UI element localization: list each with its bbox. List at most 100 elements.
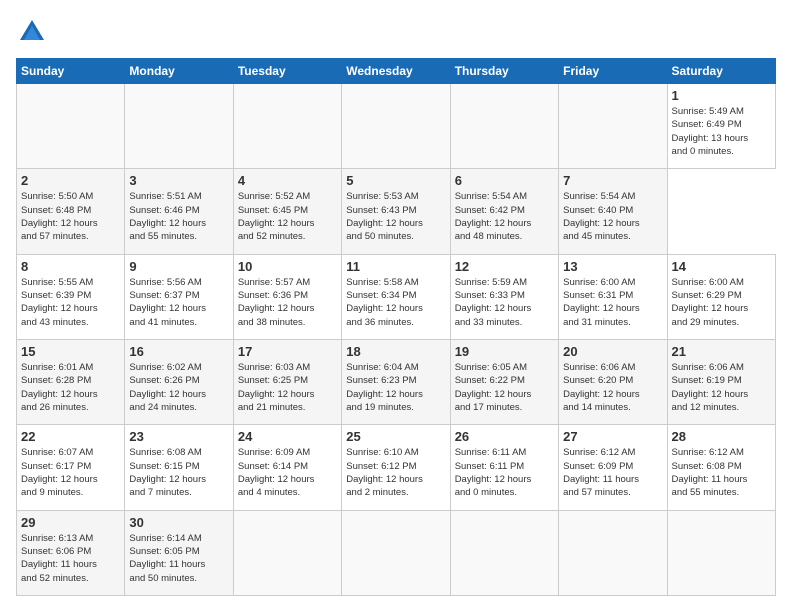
calendar-cell <box>233 510 341 595</box>
header-monday: Monday <box>125 59 233 84</box>
calendar-cell <box>450 510 558 595</box>
day-info: Sunrise: 6:02 AMSunset: 6:26 PMDaylight:… <box>129 361 228 414</box>
day-info: Sunrise: 6:13 AMSunset: 6:06 PMDaylight:… <box>21 532 120 585</box>
day-info: Sunrise: 6:11 AMSunset: 6:11 PMDaylight:… <box>455 446 554 499</box>
calendar-cell: 9 Sunrise: 5:56 AMSunset: 6:37 PMDaylight… <box>125 254 233 339</box>
calendar-cell: 16Sunrise: 6:02 AMSunset: 6:26 PMDayligh… <box>125 339 233 424</box>
calendar-cell: 10Sunrise: 5:57 AMSunset: 6:36 PMDayligh… <box>233 254 341 339</box>
day-number: 21 <box>672 344 771 359</box>
calendar-cell <box>559 84 667 169</box>
calendar-cell: 19Sunrise: 6:05 AMSunset: 6:22 PMDayligh… <box>450 339 558 424</box>
day-info: Sunrise: 5:49 AMSunset: 6:49 PMDaylight:… <box>672 105 771 158</box>
header-friday: Friday <box>559 59 667 84</box>
logo-icon <box>16 16 48 48</box>
day-number: 5 <box>346 173 445 188</box>
calendar-cell: 17 Sunrise: 6:03 AMSunset: 6:25 PMDayligh… <box>233 339 341 424</box>
header-saturday: Saturday <box>667 59 775 84</box>
calendar-cell: 12 Sunrise: 5:59 AMSunset: 6:33 PMDayligh… <box>450 254 558 339</box>
calendar-cell <box>17 84 125 169</box>
day-number: 28 <box>672 429 771 444</box>
calendar-cell: 11 Sunrise: 5:58 AMSunset: 6:34 PMDayligh… <box>342 254 450 339</box>
day-number: 7 <box>563 173 662 188</box>
day-number: 10 <box>238 259 337 274</box>
calendar-week-3: 15 Sunrise: 6:01 AMSunset: 6:28 PMDayligh… <box>17 339 776 424</box>
day-number: 8 <box>21 259 120 274</box>
calendar-cell: 28Sunrise: 6:12 AMSunset: 6:08 PMDayligh… <box>667 425 775 510</box>
day-number: 12 <box>455 259 554 274</box>
day-number: 1 <box>672 88 771 103</box>
day-info: Sunrise: 6:01 AMSunset: 6:28 PMDaylight:… <box>21 361 120 414</box>
day-info: Sunrise: 6:06 AMSunset: 6:19 PMDaylight:… <box>672 361 771 414</box>
day-info: Sunrise: 6:05 AMSunset: 6:22 PMDaylight:… <box>455 361 554 414</box>
calendar-cell: 4 Sunrise: 5:52 AMSunset: 6:45 PMDaylight… <box>233 169 341 254</box>
calendar-cell: 27 Sunrise: 6:12 AMSunset: 6:09 PMDayligh… <box>559 425 667 510</box>
day-number: 23 <box>129 429 228 444</box>
day-number: 9 <box>129 259 228 274</box>
calendar-cell: 18 Sunrise: 6:04 AMSunset: 6:23 PMDayligh… <box>342 339 450 424</box>
day-info: Sunrise: 6:09 AMSunset: 6:14 PMDaylight:… <box>238 446 337 499</box>
calendar-cell: 30Sunrise: 6:14 AMSunset: 6:05 PMDayligh… <box>125 510 233 595</box>
day-info: Sunrise: 6:10 AMSunset: 6:12 PMDaylight:… <box>346 446 445 499</box>
calendar-cell: 15 Sunrise: 6:01 AMSunset: 6:28 PMDayligh… <box>17 339 125 424</box>
day-info: Sunrise: 5:52 AMSunset: 6:45 PMDaylight:… <box>238 190 337 243</box>
calendar-cell: 21 Sunrise: 6:06 AMSunset: 6:19 PMDayligh… <box>667 339 775 424</box>
calendar-cell: 24 Sunrise: 6:09 AMSunset: 6:14 PMDayligh… <box>233 425 341 510</box>
day-info: Sunrise: 5:59 AMSunset: 6:33 PMDaylight:… <box>455 276 554 329</box>
day-number: 4 <box>238 173 337 188</box>
day-number: 17 <box>238 344 337 359</box>
day-number: 29 <box>21 515 120 530</box>
day-info: Sunrise: 6:00 AMSunset: 6:29 PMDaylight:… <box>672 276 771 329</box>
calendar-cell: 14Sunrise: 6:00 AMSunset: 6:29 PMDayligh… <box>667 254 775 339</box>
day-number: 15 <box>21 344 120 359</box>
calendar-cell: 23 Sunrise: 6:08 AMSunset: 6:15 PMDayligh… <box>125 425 233 510</box>
day-info: Sunrise: 6:07 AMSunset: 6:17 PMDaylight:… <box>21 446 120 499</box>
day-number: 26 <box>455 429 554 444</box>
day-number: 18 <box>346 344 445 359</box>
day-info: Sunrise: 6:08 AMSunset: 6:15 PMDaylight:… <box>129 446 228 499</box>
day-info: Sunrise: 5:51 AMSunset: 6:46 PMDaylight:… <box>129 190 228 243</box>
calendar-cell: 5 Sunrise: 5:53 AMSunset: 6:43 PMDaylight… <box>342 169 450 254</box>
calendar-table: SundayMondayTuesdayWednesdayThursdayFrid… <box>16 58 776 596</box>
header-tuesday: Tuesday <box>233 59 341 84</box>
calendar-cell <box>125 84 233 169</box>
calendar-cell: 8Sunrise: 5:55 AMSunset: 6:39 PMDaylight… <box>17 254 125 339</box>
header-thursday: Thursday <box>450 59 558 84</box>
day-number: 22 <box>21 429 120 444</box>
header-wednesday: Wednesday <box>342 59 450 84</box>
calendar-cell: 20Sunrise: 6:06 AMSunset: 6:20 PMDayligh… <box>559 339 667 424</box>
day-info: Sunrise: 5:56 AMSunset: 6:37 PMDaylight:… <box>129 276 228 329</box>
calendar-cell: 1 Sunrise: 5:49 AMSunset: 6:49 PMDaylight… <box>667 84 775 169</box>
calendar-cell: 22 Sunrise: 6:07 AMSunset: 6:17 PMDayligh… <box>17 425 125 510</box>
day-info: Sunrise: 6:12 AMSunset: 6:09 PMDaylight:… <box>563 446 662 499</box>
day-number: 30 <box>129 515 228 530</box>
day-number: 11 <box>346 259 445 274</box>
day-info: Sunrise: 5:54 AMSunset: 6:40 PMDaylight:… <box>563 190 662 243</box>
day-info: Sunrise: 5:58 AMSunset: 6:34 PMDaylight:… <box>346 276 445 329</box>
calendar-cell: 2Sunrise: 5:50 AMSunset: 6:48 PMDaylight… <box>17 169 125 254</box>
calendar-cell: 13Sunrise: 6:00 AMSunset: 6:31 PMDayligh… <box>559 254 667 339</box>
day-info: Sunrise: 6:03 AMSunset: 6:25 PMDaylight:… <box>238 361 337 414</box>
day-number: 20 <box>563 344 662 359</box>
calendar-cell: 3Sunrise: 5:51 AMSunset: 6:46 PMDaylight… <box>125 169 233 254</box>
day-number: 24 <box>238 429 337 444</box>
calendar-cell: 6Sunrise: 5:54 AMSunset: 6:42 PMDaylight… <box>450 169 558 254</box>
calendar-week-2: 8Sunrise: 5:55 AMSunset: 6:39 PMDaylight… <box>17 254 776 339</box>
day-info: Sunrise: 5:53 AMSunset: 6:43 PMDaylight:… <box>346 190 445 243</box>
calendar-week-0: 1 Sunrise: 5:49 AMSunset: 6:49 PMDaylight… <box>17 84 776 169</box>
calendar-cell <box>342 510 450 595</box>
calendar-cell: 7 Sunrise: 5:54 AMSunset: 6:40 PMDaylight… <box>559 169 667 254</box>
calendar-week-4: 22 Sunrise: 6:07 AMSunset: 6:17 PMDayligh… <box>17 425 776 510</box>
calendar-cell <box>450 84 558 169</box>
calendar-cell <box>233 84 341 169</box>
header-sunday: Sunday <box>17 59 125 84</box>
day-number: 25 <box>346 429 445 444</box>
calendar-cell: 29 Sunrise: 6:13 AMSunset: 6:06 PMDayligh… <box>17 510 125 595</box>
calendar-cell: 26 Sunrise: 6:11 AMSunset: 6:11 PMDayligh… <box>450 425 558 510</box>
day-number: 2 <box>21 173 120 188</box>
day-info: Sunrise: 6:00 AMSunset: 6:31 PMDaylight:… <box>563 276 662 329</box>
calendar-week-1: 2Sunrise: 5:50 AMSunset: 6:48 PMDaylight… <box>17 169 776 254</box>
logo <box>16 16 52 48</box>
day-number: 27 <box>563 429 662 444</box>
day-info: Sunrise: 6:04 AMSunset: 6:23 PMDaylight:… <box>346 361 445 414</box>
calendar-cell: 25 Sunrise: 6:10 AMSunset: 6:12 PMDayligh… <box>342 425 450 510</box>
